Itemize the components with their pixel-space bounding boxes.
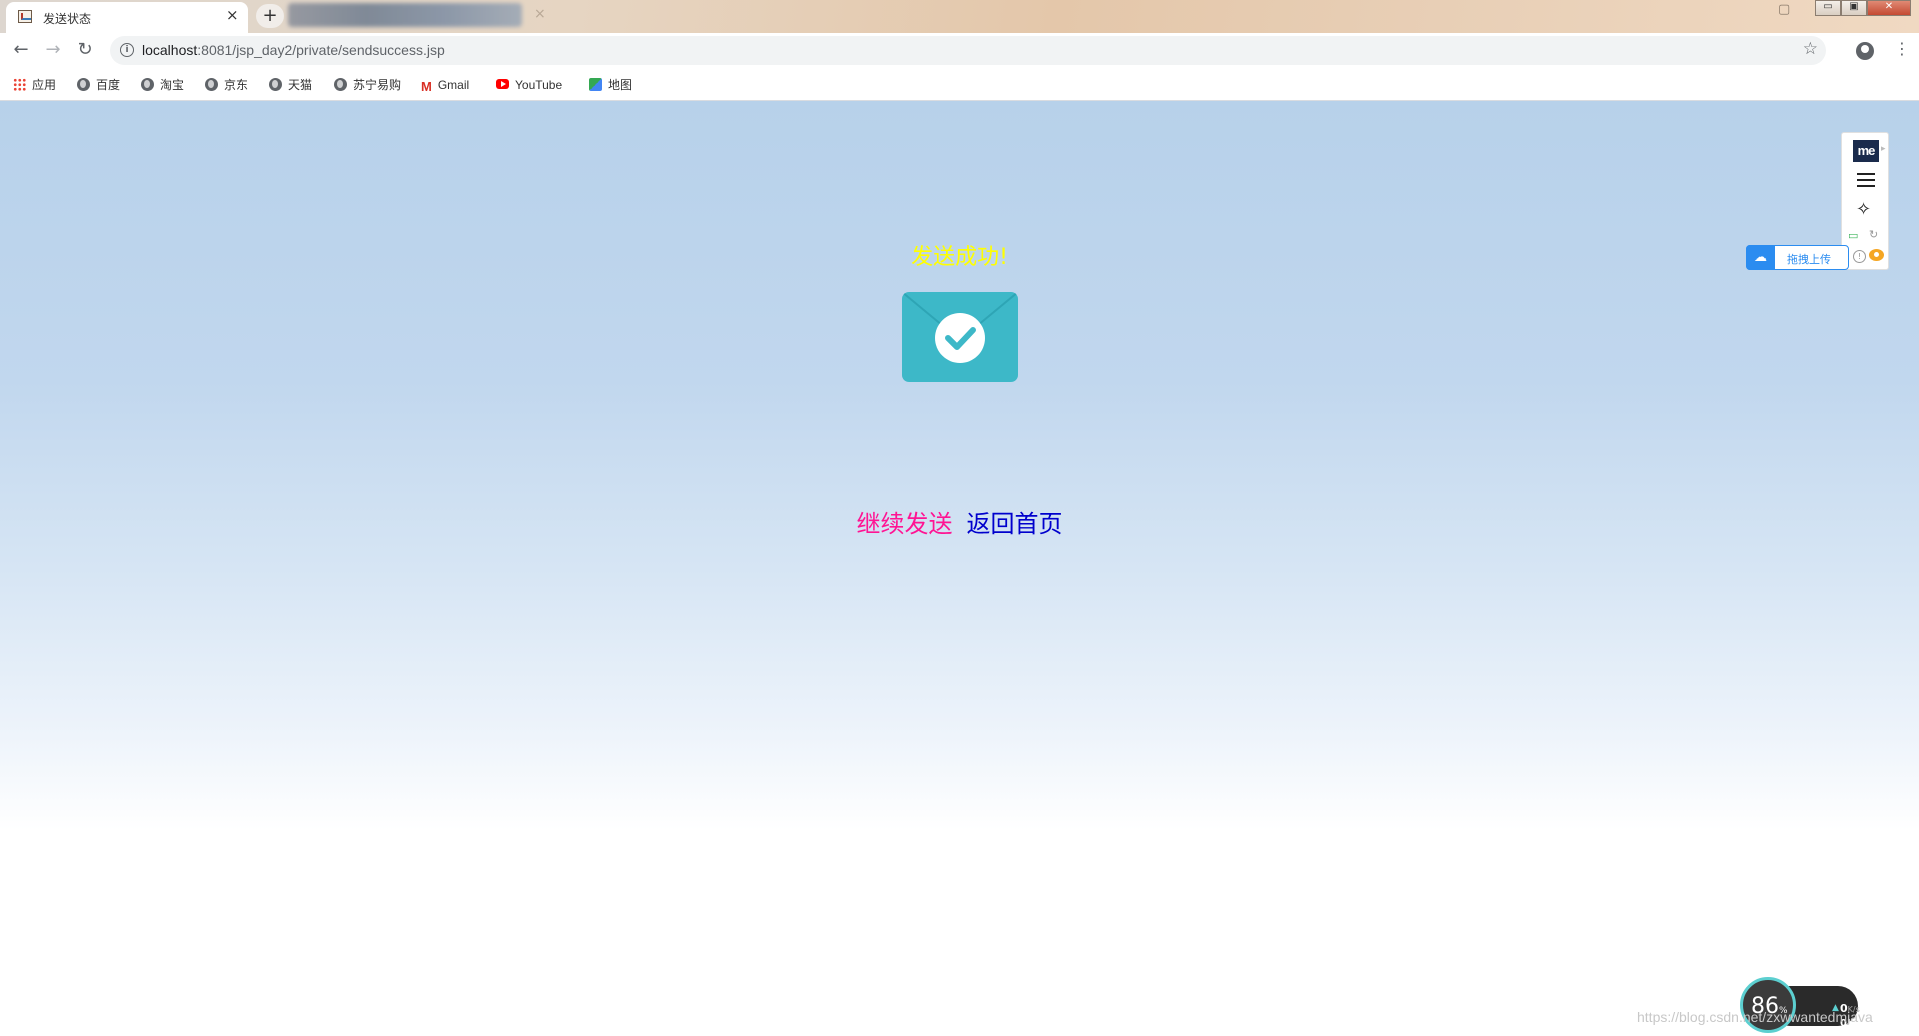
- expand-arrow-icon[interactable]: ▸: [1881, 144, 1886, 154]
- bookmark-item-taobao[interactable]: 淘宝: [141, 75, 184, 95]
- bookmark-item-baidu[interactable]: 百度: [77, 75, 120, 95]
- bookmark-item-suning[interactable]: 苏宁易购: [334, 75, 401, 95]
- cloud-upload-icon: ☁: [1746, 245, 1775, 270]
- me-logo-icon[interactable]: me: [1853, 140, 1879, 162]
- bookmark-item-gmail[interactable]: M Gmail: [421, 75, 469, 95]
- action-links: 继续发送 返回首页: [0, 504, 1919, 539]
- globe-icon: [334, 78, 347, 91]
- globe-icon: [205, 78, 218, 91]
- apps-icon: [13, 78, 26, 91]
- page-content: 发送成功! 继续发送 返回首页: [0, 101, 1919, 1036]
- browser-menu-icon[interactable]: ⋮: [1894, 39, 1910, 58]
- window-extra-icon: ▢: [1778, 2, 1791, 17]
- globe-icon: [77, 78, 90, 91]
- page-title: 发送成功!: [911, 245, 1008, 270]
- forward-button[interactable]: →: [42, 39, 64, 60]
- bookmarks-bar: 应用 百度 淘宝 京东 天猫 苏宁易购 M Gmail YouTube 地图: [0, 69, 1919, 101]
- new-tab-button[interactable]: +: [256, 4, 284, 28]
- bookmark-label: Gmail: [437, 78, 470, 92]
- globe-icon: [141, 78, 154, 91]
- bookmark-star-icon[interactable]: ☆: [1803, 39, 1818, 59]
- bookmark-label: 苏宁易购: [353, 78, 402, 92]
- url-text[interactable]: localhost:8081/jsp_day2/private/sendsucc…: [142, 42, 445, 58]
- watermark-text: https://blog.csdn.net/zxwwantedmjava: [1637, 1009, 1873, 1025]
- url-path: :8081/jsp_day2/private/sendsuccess.jsp: [197, 42, 445, 58]
- address-bar[interactable]: i localhost:8081/jsp_day2/private/sendsu…: [110, 36, 1826, 65]
- tab-title: 发送状态: [43, 12, 92, 26]
- bookmark-label: 地图: [608, 78, 633, 92]
- url-host: localhost: [142, 42, 198, 58]
- browser-toolbar: ← → ↻ i localhost:8081/jsp_day2/private/…: [0, 33, 1919, 69]
- tab-inactive-close-button[interactable]: ×: [534, 6, 546, 22]
- tab-close-button[interactable]: ×: [226, 6, 239, 24]
- site-info-icon[interactable]: i: [120, 43, 134, 57]
- bookmark-label: YouTube: [515, 78, 563, 92]
- back-button[interactable]: ←: [10, 39, 32, 60]
- tab-active[interactable]: 发送状态 ×: [6, 2, 248, 33]
- drag-upload-button[interactable]: ☁ 拖拽上传: [1746, 245, 1849, 270]
- gmail-icon: M: [421, 79, 432, 94]
- refresh-icon[interactable]: ↻: [1869, 228, 1878, 241]
- bookmark-item-jd[interactable]: 京东: [205, 75, 248, 95]
- bookmark-item-apps[interactable]: 应用: [13, 75, 56, 95]
- back-home-link[interactable]: 返回首页: [967, 510, 1063, 538]
- minimize-button[interactable]: ▭: [1815, 0, 1841, 16]
- globe-icon: [269, 78, 282, 91]
- restore-button[interactable]: ▣: [1841, 0, 1867, 16]
- maps-icon: [589, 78, 602, 91]
- close-window-button[interactable]: ✕: [1867, 0, 1911, 16]
- upload-label: 拖拽上传: [1787, 253, 1831, 266]
- browser-titlebar: 发送状态 × + × ▢ ▭ ▣ ✕: [0, 0, 1919, 33]
- hamburger-menu-icon[interactable]: [1857, 173, 1875, 191]
- bookmark-label: 淘宝: [160, 78, 185, 92]
- tab-inactive[interactable]: [288, 3, 522, 27]
- bookmark-item-youtube[interactable]: YouTube: [496, 75, 562, 95]
- continue-send-link[interactable]: 继续发送: [857, 510, 953, 538]
- envelope-check-icon: [902, 292, 1018, 382]
- cast-icon[interactable]: ▭: [1848, 229, 1858, 242]
- info-icon[interactable]: !: [1853, 250, 1866, 263]
- bookmark-item-maps[interactable]: 地图: [589, 75, 632, 95]
- youtube-icon: [496, 79, 509, 89]
- bookmark-label: 京东: [224, 78, 249, 92]
- bookmark-label: 应用: [32, 78, 57, 92]
- profile-avatar-icon[interactable]: [1856, 42, 1874, 60]
- bookmark-item-tmall[interactable]: 天猫: [269, 75, 312, 95]
- eye-icon[interactable]: [1869, 249, 1884, 261]
- reload-button[interactable]: ↻: [74, 39, 96, 60]
- bookmark-label: 百度: [96, 78, 121, 92]
- bookmark-label: 天猫: [288, 78, 313, 92]
- magic-wand-icon[interactable]: ✧: [1856, 199, 1871, 220]
- tab-favicon-icon: [18, 10, 32, 23]
